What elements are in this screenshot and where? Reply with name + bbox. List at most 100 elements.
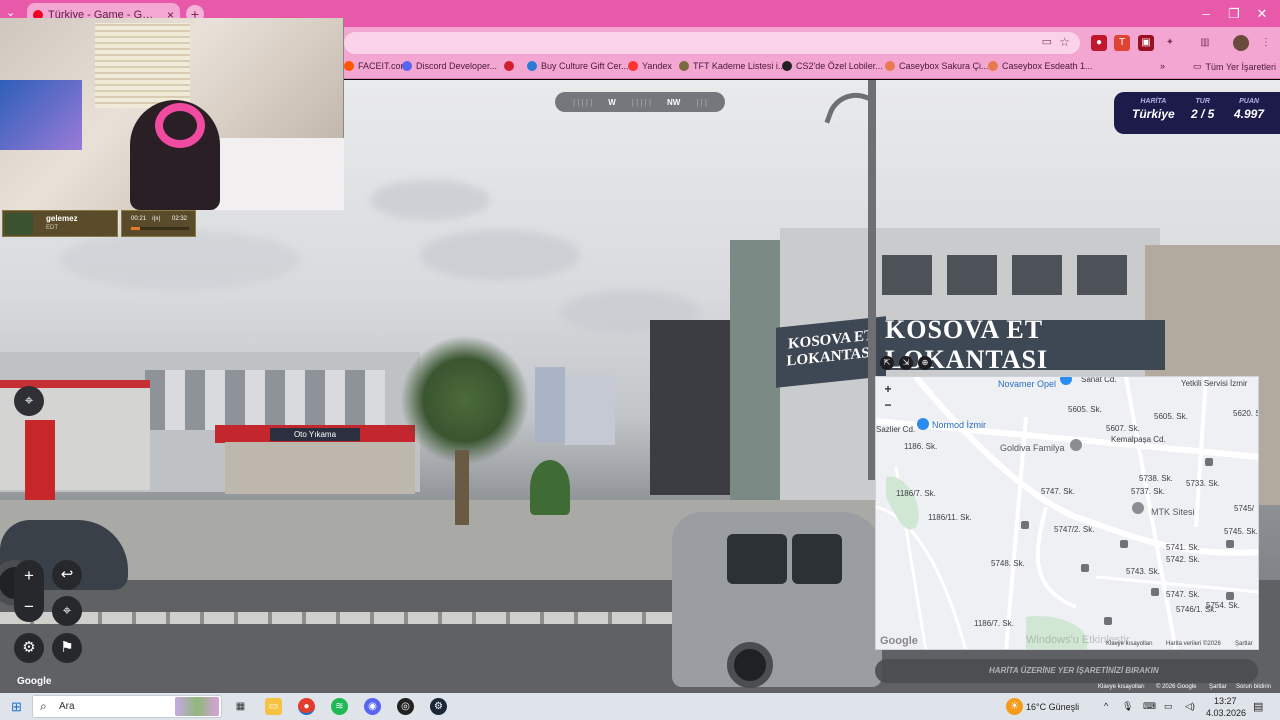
map-label: 5747. Sk. (1041, 487, 1075, 496)
webcam-overlay (0, 18, 344, 210)
undo-icon: ↩ (60, 566, 74, 583)
taskbar-search[interactable]: ⌕ Ara (32, 695, 222, 718)
player-sub: EDT (46, 225, 58, 231)
tray-chevron-icon[interactable]: ^ (1104, 701, 1108, 711)
bookmark-item[interactable]: Discord Developer... (402, 61, 497, 71)
map-terms[interactable]: Şartlar (1235, 641, 1253, 647)
player-avatar (5, 213, 33, 235)
map-label: 5733. Sk. (1186, 479, 1220, 488)
score-value: 4.997 (1234, 107, 1265, 121)
player-name: gelemez (46, 214, 78, 223)
clock-time[interactable]: 13:27 (1214, 696, 1237, 706)
task-view-icon[interactable]: ▦ (232, 698, 249, 715)
extension-icon-2[interactable]: T (1114, 35, 1130, 51)
return-to-start-button[interactable]: ⌖ (52, 596, 82, 626)
bookmark-item[interactable]: TFT Kademe Listesi i... (679, 61, 785, 71)
map-shrink-icon[interactable]: ⇲ (899, 356, 913, 370)
speaker-icon[interactable]: ◁) (1185, 701, 1195, 712)
terms-link[interactable]: Şartlar (1209, 684, 1227, 690)
copyright-text: © 2026 Google (1156, 684, 1197, 690)
map-label: Yetkili Servisi İzmir (1181, 379, 1248, 388)
bookmark-favicon-icon (402, 61, 412, 71)
bookmark-item[interactable] (504, 61, 514, 71)
bookmark-item[interactable]: Caseybox Sakura Çi... (885, 61, 989, 71)
report-problem-link[interactable]: Sorun bildirin (1236, 684, 1271, 690)
side-panel-icon[interactable]: ▥ (1197, 35, 1213, 51)
display-icon[interactable]: ▭ (1164, 701, 1173, 712)
all-bookmarks-folder[interactable]: ▭ Tüm Yer İşaretleri (1193, 61, 1276, 72)
notification-icon[interactable]: ▤ (1253, 700, 1263, 713)
windows-start-icon[interactable]: ⊞ (8, 698, 25, 715)
map-label: 5737. Sk. (1131, 487, 1165, 496)
flag-button[interactable]: ⚑ (52, 633, 82, 663)
bookmark-favicon-icon (628, 61, 638, 71)
compass-west: W (608, 97, 616, 107)
map-keyboard-shortcuts[interactable]: Klavye kısayolları (1106, 641, 1153, 647)
location-pin-icon: ⌖ (62, 602, 72, 619)
undo-button[interactable]: ↩ (52, 560, 82, 590)
cast-icon[interactable]: ▭ (1042, 35, 1052, 48)
extensions-puzzle-icon[interactable]: ✦ (1162, 35, 1178, 51)
map-label: 5745. Sk. (1224, 527, 1258, 536)
checkpoint-button[interactable]: ⌖ (14, 386, 44, 416)
bookmark-item[interactable]: Yandex (628, 61, 672, 71)
map-zoom-out[interactable]: − (880, 397, 896, 413)
map-label: 5605. Sk. (1154, 412, 1188, 421)
map-google-logo: Google (880, 635, 918, 647)
clock-date[interactable]: 4.03.2026 (1206, 708, 1246, 718)
zoom-in-button[interactable]: + (14, 560, 44, 591)
bookmark-item[interactable]: FACEIT.com (344, 61, 408, 71)
search-highlight-image (175, 697, 219, 716)
bookmark-item[interactable]: Caseybox Esdeath 1... (988, 61, 1093, 71)
map-label: 1186/11. Sk. (928, 513, 972, 522)
map-label: 1186. Sk. (904, 442, 938, 451)
map-label: Normod İzmir (932, 420, 987, 430)
map-label: Sanat Cd. (1081, 376, 1117, 384)
microphone-icon[interactable]: 🎙 (1122, 701, 1133, 712)
map-label: 1186/7. Sk. (896, 489, 936, 498)
bookmark-item[interactable]: Buy Culture Gift Cer... (527, 61, 629, 71)
weather-text[interactable]: 16°C Güneşli (1026, 702, 1079, 712)
bookmark-star-icon[interactable]: ☆ (1059, 35, 1070, 49)
map-label: 5743. Sk. (1126, 567, 1160, 576)
map-label: 5745/ (1234, 504, 1255, 513)
close-window-button[interactable]: ✕ (1242, 0, 1280, 27)
file-explorer-icon[interactable]: ▭ (265, 698, 282, 715)
extension-icon-3[interactable]: ▣ (1138, 35, 1154, 51)
bookmark-item[interactable]: CS2'de Özel Lobiler... (782, 61, 883, 71)
bookmark-favicon-icon (782, 61, 792, 71)
map-pin-icon[interactable]: ⊕ (918, 356, 932, 370)
settings-button[interactable]: ⚙ (14, 633, 44, 663)
map-label: 5605. Sk. (1068, 405, 1102, 414)
flag-icon: ⚑ (60, 639, 74, 656)
discord-icon[interactable]: ◉ (364, 698, 381, 715)
map-label: MTK Sitesi (1151, 507, 1195, 517)
place-marker-button[interactable]: HARİTA ÜZERİNE YER İŞARETİNİZİ BIRAKIN (875, 659, 1258, 683)
profile-avatar[interactable] (1233, 35, 1249, 51)
menu-kebab-icon[interactable]: ⋮ (1258, 35, 1274, 51)
spotify-icon[interactable]: ≋ (331, 698, 348, 715)
map-label: 5754. Sk. (1206, 601, 1240, 610)
map-label: 5747. Sk. (1166, 590, 1200, 599)
map-label: 5741. Sk. (1166, 543, 1200, 552)
map-zoom-in[interactable]: + (880, 381, 896, 397)
bookmarks-more-button[interactable]: » (1160, 61, 1165, 71)
map-expand-icon[interactable]: ⇱ (880, 356, 894, 370)
map-value: Türkiye (1132, 107, 1175, 121)
map-label: HARİTA (1140, 98, 1167, 105)
steam-icon[interactable]: ⚙ (430, 698, 447, 715)
guess-map[interactable]: Novamer Opel Yetkili Servisi İzmir Sanat C… (875, 376, 1259, 650)
shop-sign: Oto Yıkama (270, 428, 360, 441)
map-label: 5747/2. Sk. (1054, 525, 1095, 534)
extension-icon-1[interactable]: ● (1091, 35, 1107, 51)
chrome-icon[interactable]: ● (298, 698, 315, 715)
map-label: 1186/7. Sk. (974, 619, 1014, 628)
keyboard-shortcuts-link[interactable]: Klavye kısayolları (1098, 684, 1145, 690)
bookmark-favicon-icon (344, 61, 354, 71)
map-size-tools: ⇱ ⇲ ⊕ (880, 356, 932, 370)
timer-progress (131, 227, 189, 230)
app-icon[interactable]: ◎ (397, 698, 414, 715)
zoom-out-button[interactable]: − (14, 591, 44, 622)
omnibox[interactable]: ▭ ☆ (344, 32, 1080, 54)
keyboard-icon[interactable]: ⌨ (1143, 701, 1156, 712)
